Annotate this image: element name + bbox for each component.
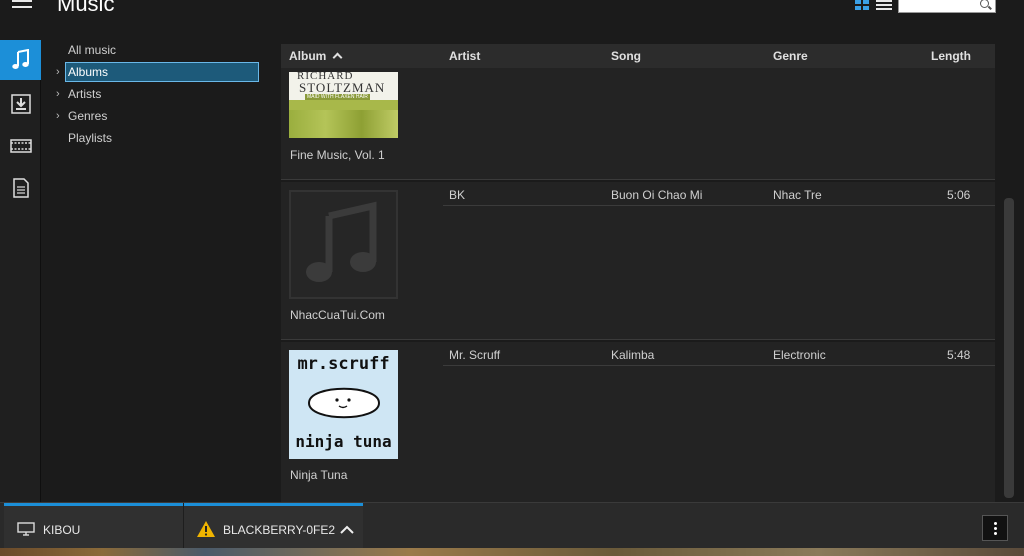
album-name[interactable]: Fine Music, Vol. 1: [290, 148, 385, 162]
computer-icon: [17, 522, 35, 536]
chevron-right-icon[interactable]: ›: [56, 62, 60, 82]
tree-item-albums[interactable]: › Albums: [42, 62, 262, 82]
document-icon[interactable]: [0, 168, 41, 208]
column-header-album[interactable]: Album: [289, 49, 343, 63]
column-header-artist[interactable]: Artist: [449, 49, 480, 63]
library-tree: All music › Albums › Artists › Genres Pl…: [42, 40, 280, 502]
search-icon[interactable]: [980, 0, 989, 8]
video-icon[interactable]: [0, 126, 41, 166]
tree-item-label: Genres: [68, 109, 108, 123]
music-icon[interactable]: [0, 40, 41, 80]
column-header-length[interactable]: Length: [931, 49, 971, 63]
album-group: NhacCuaTui.Com BK Buon Oi Chao Mi Nhac T…: [281, 182, 995, 340]
tree-item-label: Artists: [68, 87, 102, 101]
search-input[interactable]: [898, 0, 996, 13]
task-blackberry[interactable]: BLACKBERRY-0FE2: [184, 503, 363, 549]
album-table: Album Artist Song Genre Length RICHARD S…: [281, 44, 995, 502]
table-row[interactable]: BK Buon Oi Chao Mi Nhac Tre 5:06: [443, 184, 995, 206]
album-name[interactable]: NhacCuaTui.Com: [290, 308, 385, 322]
tree-item-label: Albums: [65, 62, 259, 82]
chevron-right-icon[interactable]: ›: [56, 84, 60, 104]
album-name[interactable]: Ninja Tuna: [290, 468, 347, 482]
more-options-icon[interactable]: [982, 515, 1008, 541]
grid-view-icon[interactable]: [855, 0, 869, 10]
album-group: RICHARD STOLTZMAN MAID WITH FLAXEN HAIR …: [281, 68, 995, 180]
sort-ascending-icon: [332, 52, 343, 63]
desktop-wallpaper: [0, 548, 1024, 556]
album-group: mr.scruff ninja tuna Ninja Tuna Mr. Scru…: [281, 342, 995, 502]
chevron-right-icon[interactable]: ›: [56, 106, 60, 126]
chevron-up-icon[interactable]: [340, 525, 354, 534]
task-kibou[interactable]: KIBOU: [4, 503, 183, 549]
tree-item-label: Playlists: [68, 131, 113, 145]
music-note-placeholder-icon[interactable]: [289, 190, 398, 299]
column-header-song[interactable]: Song: [611, 49, 641, 63]
navigation-rail: [0, 40, 41, 502]
album-cover[interactable]: mr.scruff ninja tuna: [289, 350, 398, 459]
table-header: Album Artist Song Genre Length: [281, 44, 995, 68]
column-header-genre[interactable]: Genre: [773, 49, 808, 63]
list-view-icon[interactable]: [876, 0, 892, 11]
vertical-scrollbar[interactable]: [1004, 198, 1014, 498]
hamburger-menu-icon[interactable]: [12, 0, 32, 12]
download-icon[interactable]: [0, 84, 41, 124]
page-title: Music: [57, 0, 115, 16]
header: Music: [0, 0, 1024, 40]
taskbar: KIBOU BLACKBERRY-0FE2: [0, 502, 1024, 549]
table-row[interactable]: Mr. Scruff Kalimba Electronic 5:48: [443, 344, 995, 366]
warning-icon: [197, 521, 215, 537]
tree-item-label: All music: [68, 43, 117, 57]
album-cover[interactable]: RICHARD STOLTZMAN MAID WITH FLAXEN HAIR: [289, 72, 398, 138]
